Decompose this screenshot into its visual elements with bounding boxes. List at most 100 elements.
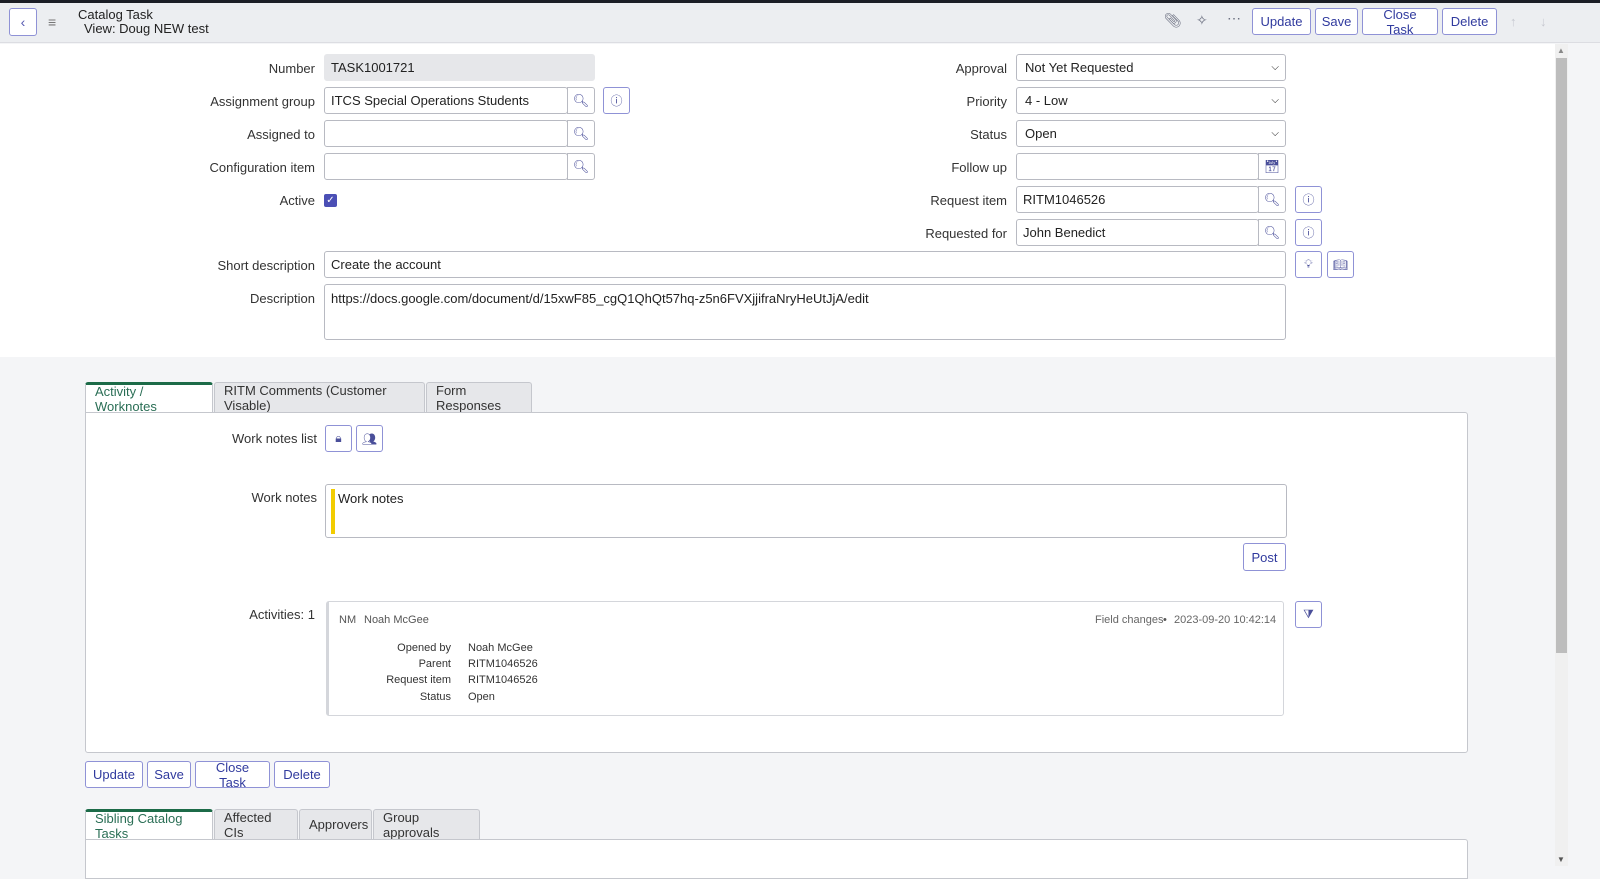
- field-value: RITM1046526: [468, 674, 538, 686]
- close-task-button-bottom[interactable]: Close Task: [195, 760, 270, 790]
- number-label: Number: [268, 61, 315, 76]
- requested-for-info-button[interactable]: ⓘ: [1295, 219, 1322, 246]
- description-label: Description: [249, 291, 315, 306]
- field-name: Opened by: [397, 642, 451, 654]
- filter-icon: ⧩: [1303, 607, 1314, 621]
- configuration-item-input[interactable]: [324, 153, 568, 180]
- approval-select[interactable]: Not Yet Requested ⌵: [1016, 54, 1286, 81]
- request-item-info-button[interactable]: ⓘ: [1295, 186, 1322, 213]
- number-field: TASK1001721: [324, 54, 595, 81]
- lock-icon: 🔒︎: [335, 431, 342, 445]
- assigned-to-label: Assigned to: [247, 127, 315, 142]
- update-button-bottom[interactable]: Update: [85, 761, 143, 788]
- chevron-down-icon: ⌵: [1271, 62, 1279, 73]
- request-item-lookup-button[interactable]: 🔍︎: [1258, 186, 1286, 213]
- short-description-input[interactable]: Create the account: [324, 251, 1286, 278]
- field-name: Request item: [386, 674, 451, 686]
- vertical-scrollbar[interactable]: ▲ ▼: [1555, 44, 1568, 866]
- activity-panel: Work notes list 🔒︎ 👥︎ Work notes Work no…: [85, 412, 1468, 753]
- field-name: Status: [419, 691, 451, 703]
- search-icon: 🔍︎: [1263, 191, 1281, 207]
- follow-up-label: Follow up: [951, 160, 1007, 175]
- requested-for-lookup-button[interactable]: 🔍︎: [1258, 219, 1286, 246]
- more-options-icon[interactable]: ⋯: [1227, 10, 1241, 27]
- work-notes-list-users-button[interactable]: 👥︎: [356, 425, 383, 452]
- priority-value: 4 - Low: [1025, 93, 1068, 108]
- requested-for-input[interactable]: John Benedict: [1016, 219, 1259, 246]
- priority-select[interactable]: 4 - Low ⌵: [1016, 87, 1286, 114]
- configuration-item-lookup-button[interactable]: 🔍︎: [567, 153, 595, 180]
- activity-filter-button[interactable]: ⧩: [1295, 601, 1322, 628]
- checkmark-icon: ✓: [326, 195, 335, 206]
- form-title: Catalog Task: [78, 7, 153, 22]
- description-textarea[interactable]: https://docs.google.com/document/d/15xwF…: [324, 284, 1286, 340]
- tab-group-approvals[interactable]: Group approvals: [373, 809, 480, 840]
- follow-up-calendar-button[interactable]: 📅︎: [1258, 153, 1286, 180]
- assigned-to-lookup-button[interactable]: 🔍︎: [567, 120, 595, 147]
- suggestion-button[interactable]: 💡︎: [1295, 251, 1322, 278]
- info-icon: ⓘ: [610, 94, 623, 108]
- activity-separator: •: [1163, 614, 1167, 626]
- hamburger-menu-icon[interactable]: ≡: [48, 14, 56, 30]
- chevron-down-icon: ⌵: [1271, 128, 1279, 139]
- field-value: RITM1046526: [468, 658, 538, 670]
- field-name: Parent: [418, 658, 451, 670]
- close-task-button[interactable]: Close Task: [1362, 7, 1438, 37]
- tab-activity-worknotes[interactable]: Activity / Worknotes: [85, 382, 213, 414]
- info-icon: ⓘ: [1302, 226, 1315, 240]
- form-view: View: Doug NEW test: [84, 21, 209, 36]
- update-button[interactable]: Update: [1252, 8, 1311, 35]
- back-button[interactable]: ‹: [9, 8, 37, 36]
- priority-label: Priority: [966, 94, 1007, 109]
- scroll-up-arrow-icon[interactable]: ▲: [1557, 46, 1565, 55]
- delete-button-bottom[interactable]: Delete: [274, 761, 330, 788]
- assignment-group-info-button[interactable]: ⓘ: [603, 87, 630, 114]
- knowledge-button[interactable]: 📖︎: [1327, 251, 1354, 278]
- info-icon: ⓘ: [1302, 193, 1315, 207]
- work-notes-placeholder: Work notes: [338, 491, 404, 506]
- tab-sibling-catalog-tasks[interactable]: Sibling Catalog Tasks: [85, 809, 213, 841]
- follow-up-input[interactable]: [1016, 153, 1259, 180]
- activity-entry: NM Noah McGee Field changes • 2023-09-20…: [326, 601, 1284, 716]
- tab-form-responses[interactable]: Form Responses: [426, 382, 532, 413]
- request-item-input[interactable]: RITM1046526: [1016, 186, 1259, 213]
- assigned-to-input[interactable]: [324, 120, 568, 147]
- tab-affected-cis[interactable]: Affected CIs: [214, 809, 298, 840]
- paperclip-icon[interactable]: 📎︎: [1164, 12, 1182, 29]
- approval-value: Not Yet Requested: [1025, 60, 1134, 75]
- assignment-group-input[interactable]: ITCS Special Operations Students: [324, 87, 568, 114]
- activities-count: Activities: 1: [249, 607, 315, 622]
- work-notes-indicator: [331, 489, 335, 534]
- tab-ritm-comments[interactable]: RITM Comments (Customer Visable): [214, 382, 425, 413]
- status-select[interactable]: Open ⌵: [1016, 120, 1286, 147]
- save-button-bottom[interactable]: Save: [147, 761, 191, 788]
- status-label: Status: [970, 127, 1007, 142]
- search-icon: 🔍︎: [572, 158, 590, 174]
- post-button[interactable]: Post: [1243, 543, 1286, 571]
- chevron-left-icon: ‹: [20, 14, 26, 30]
- activity-timestamp: 2023-09-20 10:42:14: [1174, 614, 1277, 626]
- requested-for-label: Requested for: [925, 226, 1007, 241]
- delete-button[interactable]: Delete: [1442, 8, 1497, 35]
- active-checkbox[interactable]: ✓: [324, 194, 337, 207]
- search-icon: 🔍︎: [1263, 224, 1281, 240]
- users-info-icon: 👥︎: [361, 431, 378, 446]
- search-icon: 🔍︎: [572, 92, 590, 108]
- work-notes-label: Work notes: [251, 490, 317, 505]
- configuration-item-label: Configuration item: [209, 160, 316, 175]
- scrollbar-thumb[interactable]: [1556, 58, 1567, 653]
- work-notes-list-lock-button[interactable]: 🔒︎: [325, 425, 352, 452]
- tab-approvers[interactable]: Approvers: [299, 809, 372, 839]
- scroll-down-arrow-icon[interactable]: ▼: [1557, 855, 1565, 864]
- pulse-icon[interactable]: ✧: [1196, 12, 1208, 29]
- assignment-group-lookup-button[interactable]: 🔍︎: [567, 87, 595, 114]
- short-description-label: Short description: [217, 258, 315, 273]
- work-notes-textarea[interactable]: Work notes: [325, 484, 1287, 538]
- search-icon: 🔍︎: [572, 125, 590, 141]
- chevron-down-icon: ⌵: [1271, 95, 1279, 106]
- assignment-group-label[interactable]: Assignment group: [150, 94, 315, 109]
- approval-label: Approval: [955, 61, 1007, 76]
- field-value: Open: [468, 691, 495, 703]
- arrow-down-icon: ↓: [1540, 14, 1547, 29]
- save-button[interactable]: Save: [1315, 8, 1358, 35]
